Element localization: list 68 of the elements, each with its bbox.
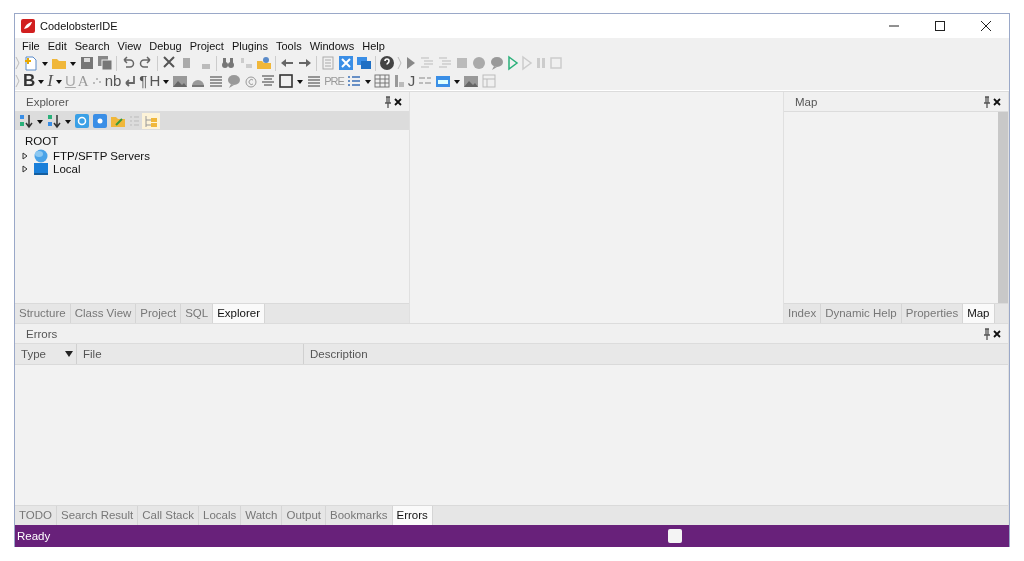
menu-item[interactable]: Search <box>70 40 114 52</box>
overlapping-windows-icon[interactable] <box>356 55 372 71</box>
floppy-disks-icon[interactable] <box>97 55 113 71</box>
menu-item[interactable]: Plugins <box>227 40 272 52</box>
speech-bubble-icon[interactable] <box>226 73 243 89</box>
bold-button[interactable]: B <box>23 73 36 89</box>
menu-item[interactable]: Windows <box>305 40 359 52</box>
return-arrow-icon[interactable] <box>123 73 138 89</box>
panel-title: Errors <box>26 327 59 340</box>
sort-ascending-icon[interactable] <box>18 113 34 129</box>
align-center-icon[interactable] <box>260 73 277 89</box>
close-icon[interactable] <box>992 327 1002 340</box>
folder-search-icon[interactable] <box>256 55 272 71</box>
globe-icon[interactable] <box>33 147 49 164</box>
toolbar-button[interactable]: J <box>407 73 416 89</box>
monitor-icon[interactable] <box>33 160 49 177</box>
status-text: Ready <box>17 530 52 542</box>
tree-item[interactable]: ROOT <box>25 134 59 147</box>
italic-button[interactable]: I <box>47 73 53 89</box>
menu-item[interactable]: File <box>18 40 44 52</box>
crossed-square-icon[interactable] <box>338 55 354 71</box>
menu-item[interactable]: Help <box>358 40 389 52</box>
horizontal-lines-icon[interactable] <box>208 73 225 89</box>
close-icon[interactable] <box>992 95 1002 108</box>
toolbar-button[interactable]: H <box>149 73 161 89</box>
pin-icon[interactable] <box>982 327 992 340</box>
redo-arrow-icon[interactable] <box>138 55 154 71</box>
binoculars-icon[interactable] <box>220 55 236 71</box>
speech-bubble-icon[interactable] <box>489 55 505 71</box>
app-logo-icon <box>21 19 35 33</box>
close-icon[interactable] <box>393 95 403 108</box>
frame-icon[interactable] <box>278 73 295 89</box>
picture-icon[interactable] <box>172 73 189 89</box>
scrollbar[interactable] <box>998 112 1008 303</box>
column-header[interactable]: Description <box>304 344 1008 364</box>
column-header[interactable]: File <box>77 344 304 364</box>
panel-tab[interactable]: Explorer <box>213 304 265 323</box>
tree-item[interactable]: Local <box>53 162 81 175</box>
collapsed-arrow-icon[interactable] <box>21 151 29 160</box>
play-icon[interactable] <box>405 55 417 71</box>
toolbar-button[interactable]: ¶ <box>139 73 148 89</box>
help-icon[interactable] <box>379 55 395 71</box>
window-title: CodelobsterIDE <box>40 20 119 32</box>
tree-item[interactable]: FTP/SFTP Servers <box>53 149 150 162</box>
menu-item[interactable]: Debug <box>145 40 186 52</box>
panel-title: Explorer <box>26 95 70 108</box>
collapsed-arrow-icon[interactable] <box>21 164 29 173</box>
pin-icon[interactable] <box>383 95 393 108</box>
sort-descending-icon[interactable] <box>46 113 62 129</box>
square-icon <box>668 529 682 543</box>
panel-tab[interactable]: Errors <box>392 506 433 525</box>
pin-icon[interactable] <box>982 95 992 108</box>
panel-tab[interactable]: Map <box>963 304 995 323</box>
grip-icon[interactable] <box>15 55 21 71</box>
menu-item[interactable]: Project <box>185 40 228 52</box>
menu-item[interactable]: Tools <box>271 40 306 52</box>
panel-title: Map <box>795 95 819 108</box>
grip-icon[interactable] <box>397 55 403 71</box>
copyright-icon[interactable] <box>244 73 259 89</box>
play-outline-icon[interactable] <box>507 55 519 71</box>
menu-item[interactable]: View <box>113 40 146 52</box>
picture-icon[interactable] <box>463 73 480 89</box>
dropdown-arrow-icon[interactable] <box>64 350 74 358</box>
toolbar-button[interactable]: nb <box>104 73 122 89</box>
grip-icon[interactable] <box>15 73 21 89</box>
column-header[interactable]: Type <box>15 344 77 364</box>
undo-arrow-icon[interactable] <box>120 55 136 71</box>
menu-item[interactable]: Edit <box>43 40 71 52</box>
